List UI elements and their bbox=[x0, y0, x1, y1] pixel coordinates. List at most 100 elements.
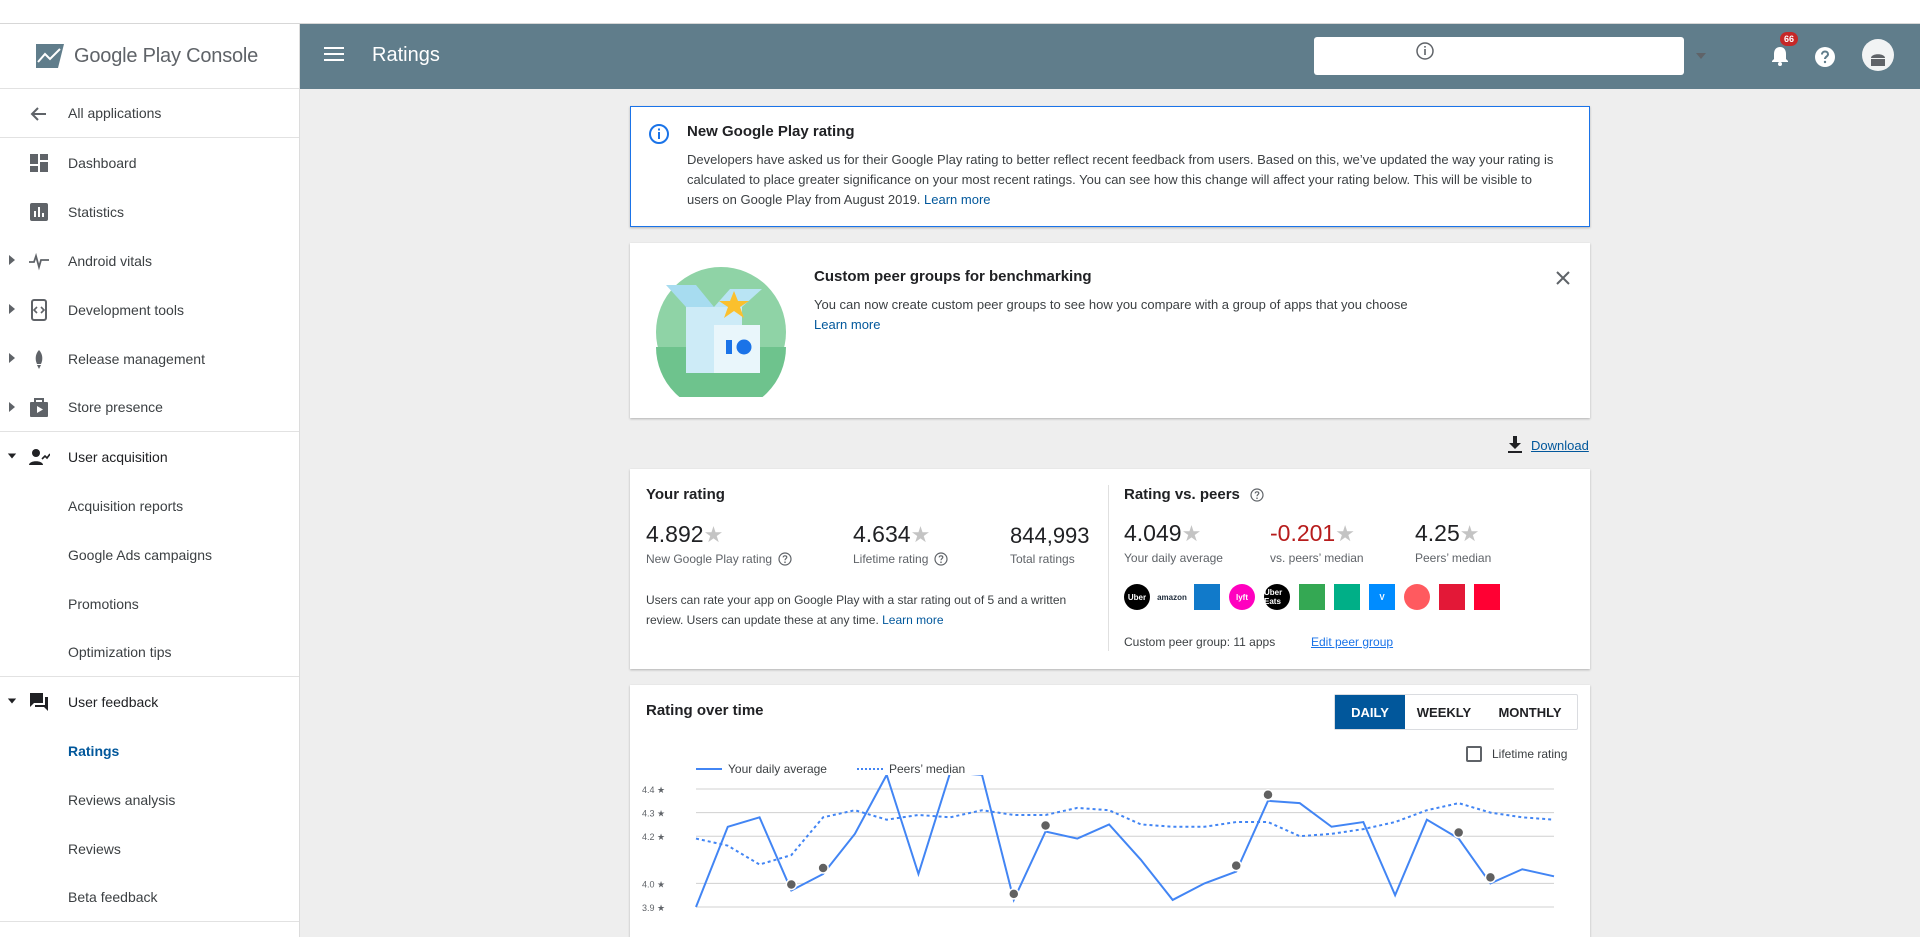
time-granularity-toggle: DAILY WEEKLY MONTHLY bbox=[1334, 694, 1578, 730]
download-button[interactable]: Download bbox=[1507, 436, 1589, 454]
series-line-daily-average bbox=[695, 775, 1555, 908]
bar-chart-icon bbox=[30, 203, 48, 221]
nav-store-presence[interactable]: Store presence bbox=[0, 383, 299, 432]
peer-app-icon[interactable] bbox=[1194, 584, 1220, 610]
daily-average-label: Your daily average bbox=[1124, 551, 1223, 565]
caret-down-icon bbox=[7, 453, 17, 459]
rocket-icon bbox=[35, 350, 43, 369]
nav-optimization-tips[interactable]: Optimization tips bbox=[0, 628, 299, 677]
peer-app-icon[interactable] bbox=[1404, 584, 1430, 610]
checkbox-box[interactable] bbox=[1466, 746, 1482, 762]
peer-app-icon[interactable]: lyft bbox=[1229, 584, 1255, 610]
total-ratings-label: Total ratings bbox=[1010, 552, 1075, 566]
annotation-marker[interactable] bbox=[1008, 888, 1020, 900]
nav-acquisition-reports[interactable]: Acquisition reports bbox=[0, 481, 299, 530]
nav-beta-feedback[interactable]: Beta feedback bbox=[0, 873, 299, 922]
notifications-bell-icon[interactable] bbox=[1768, 44, 1792, 68]
nav-release-management[interactable]: Release management bbox=[0, 334, 299, 383]
your-rating-learn-more-link[interactable]: Learn more bbox=[882, 613, 943, 627]
annotation-marker[interactable] bbox=[817, 862, 829, 874]
edit-peer-group-link[interactable]: Edit peer group bbox=[1311, 635, 1393, 649]
nav-user-acquisition[interactable]: User acquisition bbox=[0, 432, 299, 481]
nav-statistics[interactable]: Statistics bbox=[0, 187, 299, 236]
nav-google-ads-campaigns[interactable]: Google Ads campaigns bbox=[0, 530, 299, 579]
nav-label-optimization-tips: Optimization tips bbox=[68, 644, 172, 660]
download-label: Download bbox=[1531, 437, 1589, 453]
lifetime-rating-label: Lifetime rating bbox=[853, 552, 929, 566]
annotation-marker[interactable] bbox=[785, 878, 798, 891]
android-avatar-icon bbox=[1871, 54, 1885, 66]
nav-development-tools[interactable]: Development tools bbox=[0, 285, 299, 334]
account-avatar[interactable] bbox=[1862, 39, 1894, 71]
peer-app-icon[interactable] bbox=[1299, 584, 1325, 610]
caret-down-icon bbox=[7, 698, 17, 704]
peers-median-label: Peers’ median bbox=[1415, 551, 1492, 565]
close-icon[interactable] bbox=[1554, 269, 1572, 287]
annotation-marker[interactable] bbox=[1484, 871, 1497, 884]
peer-app-icon[interactable]: V bbox=[1369, 584, 1395, 610]
top-app-bar: Ratings 66 bbox=[300, 24, 1920, 89]
nav-label-beta-feedback: Beta feedback bbox=[68, 889, 158, 905]
hamburger-menu-icon[interactable] bbox=[324, 46, 344, 62]
star-icon: ★ bbox=[1181, 521, 1202, 546]
app-selector[interactable] bbox=[1314, 37, 1706, 75]
info-icon[interactable] bbox=[1413, 39, 1437, 63]
peer-app-icon[interactable] bbox=[1474, 584, 1500, 610]
peer-groups-illustration bbox=[656, 267, 786, 397]
peer-app-icon[interactable]: Uber bbox=[1124, 584, 1150, 610]
lifetime-rating-caption: Lifetime rating bbox=[853, 552, 948, 566]
sidebar: Google Play Console All applications Das… bbox=[0, 24, 300, 937]
pulse-icon bbox=[29, 252, 49, 271]
tab-monthly[interactable]: MONTHLY bbox=[1483, 695, 1577, 729]
tab-daily[interactable]: DAILY bbox=[1335, 695, 1405, 729]
help-outline-icon[interactable] bbox=[934, 552, 948, 566]
star-icon: ★ bbox=[910, 522, 931, 547]
annotation-marker[interactable] bbox=[1230, 859, 1242, 872]
nav-label-release-management: Release management bbox=[68, 350, 205, 367]
annotation-marker[interactable] bbox=[1262, 789, 1274, 801]
annotation-marker[interactable] bbox=[1452, 826, 1465, 839]
nav-label-ratings: Ratings bbox=[68, 742, 120, 759]
arrow-back-icon bbox=[30, 107, 46, 121]
new-rating-label: New Google Play rating bbox=[646, 552, 773, 566]
annotation-marker[interactable] bbox=[1039, 819, 1052, 832]
nav-reviews-analysis[interactable]: Reviews analysis bbox=[0, 775, 299, 824]
nav-dashboard[interactable]: Dashboard bbox=[0, 138, 299, 187]
notice-learn-more-link[interactable]: Learn more bbox=[924, 192, 990, 207]
help-outline-icon[interactable] bbox=[778, 552, 792, 566]
nav-android-vitals[interactable]: Android vitals bbox=[0, 236, 299, 285]
help-icon[interactable] bbox=[1813, 45, 1837, 69]
google-play-console-logo bbox=[36, 44, 64, 68]
nav-ratings[interactable]: Ratings bbox=[0, 726, 299, 775]
nav-label-user-feedback: User feedback bbox=[68, 693, 159, 710]
brand[interactable]: Google Play Console bbox=[0, 24, 299, 89]
peers-median-value: 4.25★ bbox=[1415, 520, 1480, 547]
rating-summary-card: Your rating 4.892★ New Google Play ratin… bbox=[630, 469, 1590, 669]
lifetime-rating-value: 4.634★ bbox=[853, 521, 930, 548]
play-store-icon bbox=[30, 398, 48, 417]
tab-weekly[interactable]: WEEKLY bbox=[1405, 695, 1483, 729]
peer-app-icon[interactable]: amazon bbox=[1157, 584, 1187, 610]
help-outline-icon[interactable] bbox=[1250, 488, 1264, 502]
peers-title: Rating vs. peers bbox=[1124, 486, 1264, 503]
code-icon bbox=[31, 299, 47, 321]
legend-dotted-swatch bbox=[856, 768, 883, 770]
your-rating-panel: Your rating 4.892★ New Google Play ratin… bbox=[630, 469, 1108, 669]
peer-app-icon[interactable] bbox=[1439, 584, 1465, 610]
y-tick-label: 3.9 ★ bbox=[642, 903, 665, 913]
nav-user-feedback[interactable]: User feedback bbox=[0, 677, 299, 726]
lifetime-rating-checkbox[interactable]: Lifetime rating bbox=[1466, 746, 1567, 762]
promo-learn-more-link[interactable]: Learn more bbox=[814, 317, 880, 332]
star-icon: ★ bbox=[1335, 521, 1355, 546]
legend-peers-median: Peers’ median bbox=[888, 762, 966, 776]
nav-promotions[interactable]: Promotions bbox=[0, 579, 299, 628]
peer-app-icon[interactable] bbox=[1334, 584, 1360, 610]
peer-app-icon[interactable]: Uber Eats bbox=[1264, 584, 1290, 610]
brand-suffix: Console bbox=[180, 44, 259, 67]
dropdown-arrow-icon bbox=[1696, 53, 1706, 59]
info-icon bbox=[649, 124, 669, 144]
nav-all-applications[interactable]: All applications bbox=[0, 89, 299, 138]
nav-reviews[interactable]: Reviews bbox=[0, 824, 299, 873]
nav-label-user-acquisition: User acquisition bbox=[68, 448, 168, 465]
nav-label-google-ads-campaigns: Google Ads campaigns bbox=[68, 546, 212, 563]
